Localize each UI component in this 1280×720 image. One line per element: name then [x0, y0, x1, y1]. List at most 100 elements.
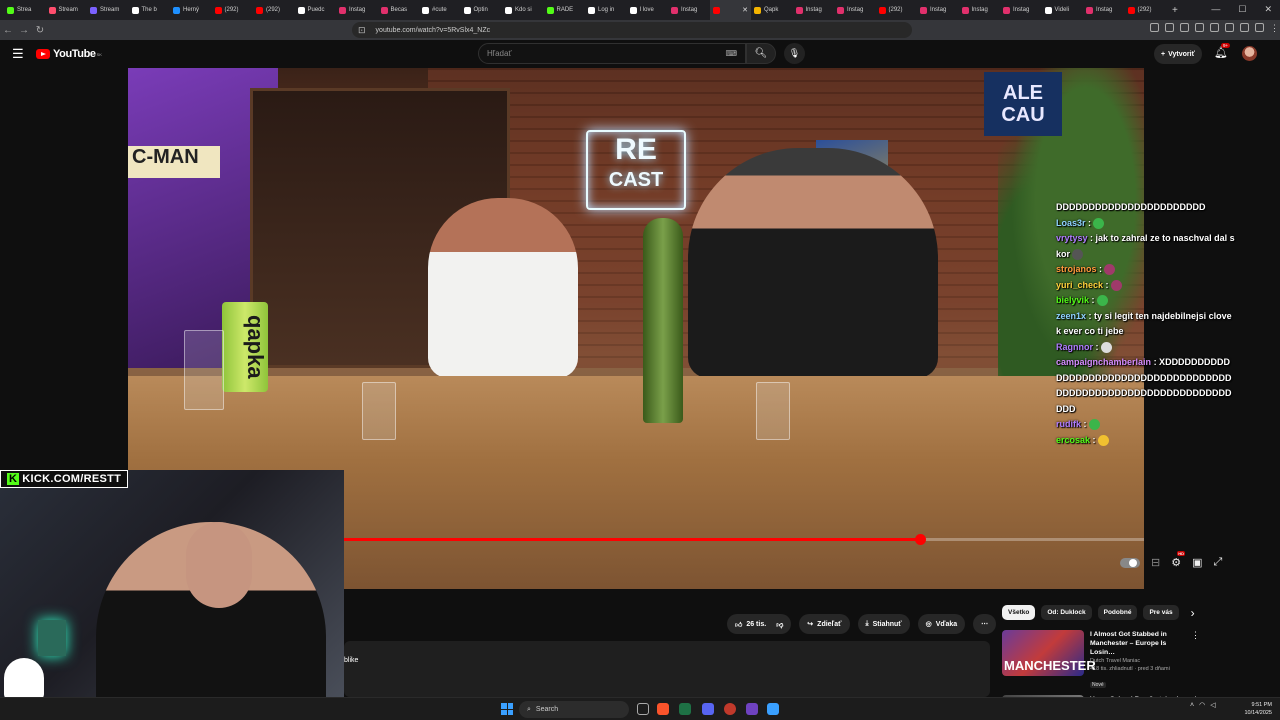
- filter-chip[interactable]: Podobné: [1097, 605, 1138, 620]
- browser-tab[interactable]: #cute: [419, 0, 461, 20]
- extension-icon[interactable]: [1255, 23, 1264, 32]
- more-options-icon[interactable]: ⋮: [1191, 630, 1200, 691]
- browser-tab[interactable]: Kdo si: [502, 0, 544, 20]
- filter-chip[interactable]: Všetko: [1002, 605, 1036, 620]
- browser-tab[interactable]: Herný: [170, 0, 212, 20]
- browser-tab[interactable]: Instag: [793, 0, 835, 20]
- new-tab-button[interactable]: +: [1172, 5, 1178, 16]
- subtitles-icon[interactable]: ⊟: [1151, 556, 1160, 569]
- browser-tab[interactable]: Instag: [959, 0, 1001, 20]
- excel-icon[interactable]: [679, 703, 691, 715]
- avatar[interactable]: [1242, 46, 1257, 61]
- maximize-icon[interactable]: ☐: [1238, 4, 1246, 15]
- voice-search-button[interactable]: 🎙︎: [784, 43, 805, 64]
- dislike-icon[interactable]: 👎︎: [776, 620, 783, 629]
- browser-tab[interactable]: (292): [212, 0, 254, 20]
- browser-menu-icon[interactable]: ⋮: [1270, 23, 1279, 34]
- more-actions-button[interactable]: ⋯: [973, 614, 997, 634]
- chat-username: bielyvik: [1056, 295, 1090, 305]
- recommendation-item[interactable]: MANCHESTER I Almost Got Stabbed in Manche…: [1002, 630, 1200, 691]
- browser-tab[interactable]: Instag: [1000, 0, 1042, 20]
- browser-tab[interactable]: Instag: [668, 0, 710, 20]
- task-view-icon[interactable]: [637, 703, 649, 715]
- autoplay-toggle[interactable]: [1120, 557, 1140, 568]
- menu-icon[interactable]: ☰: [12, 47, 24, 60]
- browser-tab[interactable]: Qapk: [751, 0, 793, 20]
- browser-tab[interactable]: Optin: [461, 0, 503, 20]
- browser-tab[interactable]: (292): [876, 0, 918, 20]
- chevron-right-icon[interactable]: ›: [1191, 606, 1195, 620]
- keyboard-icon[interactable]: ⌨: [725, 49, 737, 58]
- download-button[interactable]: ⤓ Stiahnuť: [857, 614, 910, 634]
- browser-tab[interactable]: Instag: [336, 0, 378, 20]
- extension-icon[interactable]: [1240, 23, 1249, 32]
- browser-tab[interactable]: I love: [627, 0, 669, 20]
- url-field[interactable]: ⊡ youtube.com/watch?v=5RvSlx4_NZc: [352, 22, 912, 38]
- extension-icon[interactable]: [1150, 23, 1159, 32]
- chat-emote-icon: [1097, 434, 1109, 446]
- brave-browser-icon[interactable]: [657, 703, 669, 715]
- browser-tab[interactable]: Instag: [834, 0, 876, 20]
- recast-neon-sign: RE CAST: [586, 130, 686, 210]
- browser-tab[interactable]: Stream: [87, 0, 129, 20]
- progress-scrubber-handle[interactable]: [915, 534, 926, 545]
- chat-emote-icon: [1100, 341, 1112, 353]
- browser-tab[interactable]: (292): [1125, 0, 1167, 20]
- app-icon[interactable]: [724, 703, 736, 715]
- browser-tab[interactable]: RADE: [544, 0, 586, 20]
- browser-tab[interactable]: The b: [129, 0, 171, 20]
- tab-label: Instag: [930, 7, 947, 13]
- volume-icon[interactable]: ◁: [1210, 701, 1215, 709]
- extension-icon[interactable]: [1180, 23, 1189, 32]
- extension-icon[interactable]: [1210, 23, 1219, 32]
- obs-icon[interactable]: [746, 703, 758, 715]
- fullscreen-icon[interactable]: ⤢: [1214, 556, 1223, 569]
- chevron-up-icon[interactable]: ˄: [1190, 702, 1194, 709]
- neon-line-2: CAST: [608, 169, 664, 191]
- like-button[interactable]: 👍︎ 26 tis. 👎︎: [727, 614, 792, 634]
- filter-chip[interactable]: Od: Duklock: [1041, 605, 1092, 620]
- discord-icon[interactable]: [702, 703, 714, 715]
- chat-message: strojanos :: [1056, 262, 1236, 278]
- browser-tab[interactable]: ✕: [709, 0, 751, 20]
- browser-tab[interactable]: Strea: [4, 0, 46, 20]
- create-button[interactable]: + Vytvoriť: [1154, 44, 1202, 64]
- extension-icon[interactable]: [1195, 23, 1204, 32]
- extension-icon[interactable]: [1225, 23, 1234, 32]
- filter-chip[interactable]: Pre vás: [1143, 605, 1179, 620]
- tab-favicon-icon: [671, 6, 678, 14]
- wifi-icon[interactable]: ◠: [1199, 701, 1205, 709]
- video-thumbnail[interactable]: MANCHESTER: [1002, 630, 1096, 676]
- reload-icon[interactable]: ↻: [32, 25, 48, 36]
- browser-tab[interactable]: (292): [253, 0, 295, 20]
- settings-icon[interactable]: ⚙ HD: [1171, 551, 1185, 569]
- video-actions: 👍︎ 26 tis. 👎︎ ↪ Zdieľať ⤓ Stiahnuť ◎ Vďa…: [727, 614, 997, 634]
- browser-tab[interactable]: Instag: [1083, 0, 1125, 20]
- bookmark-icon[interactable]: ⊡: [358, 25, 366, 36]
- share-button[interactable]: ↪ Zdieľať: [799, 614, 850, 634]
- system-clock[interactable]: 9:51 PM 10/14/2025: [1238, 701, 1272, 717]
- browser-tab[interactable]: Instag: [917, 0, 959, 20]
- browser-tab[interactable]: Log in: [585, 0, 627, 20]
- minimize-icon[interactable]: —: [1211, 4, 1220, 15]
- search-input[interactable]: Hľadať ⌨: [478, 43, 746, 64]
- windows-start-icon[interactable]: [501, 703, 513, 715]
- extension-icon[interactable]: [1165, 23, 1174, 32]
- taskbar-search[interactable]: ⌕ Search: [519, 701, 629, 718]
- browser-tab[interactable]: Puedc: [295, 0, 337, 20]
- chat-username: ercosak: [1056, 434, 1091, 445]
- description-box[interactable]: blike: [344, 641, 990, 697]
- close-icon[interactable]: ✕: [1264, 4, 1272, 15]
- search-placeholder: Hľadať: [487, 49, 512, 58]
- youtube-logo[interactable]: YouTube SK: [36, 48, 102, 60]
- browser-tab[interactable]: Stream: [46, 0, 88, 20]
- miniplayer-icon[interactable]: ▣: [1192, 556, 1202, 569]
- back-icon[interactable]: ←: [0, 25, 16, 36]
- app-icon[interactable]: [767, 703, 779, 715]
- search-button[interactable]: 🔍︎: [746, 43, 776, 64]
- forward-icon[interactable]: →: [16, 25, 32, 36]
- browser-tab[interactable]: Videli: [1042, 0, 1084, 20]
- browser-tab[interactable]: Becas: [378, 0, 420, 20]
- thanks-button[interactable]: ◎ Vďaka: [917, 614, 966, 634]
- close-tab-icon[interactable]: ✕: [742, 6, 748, 14]
